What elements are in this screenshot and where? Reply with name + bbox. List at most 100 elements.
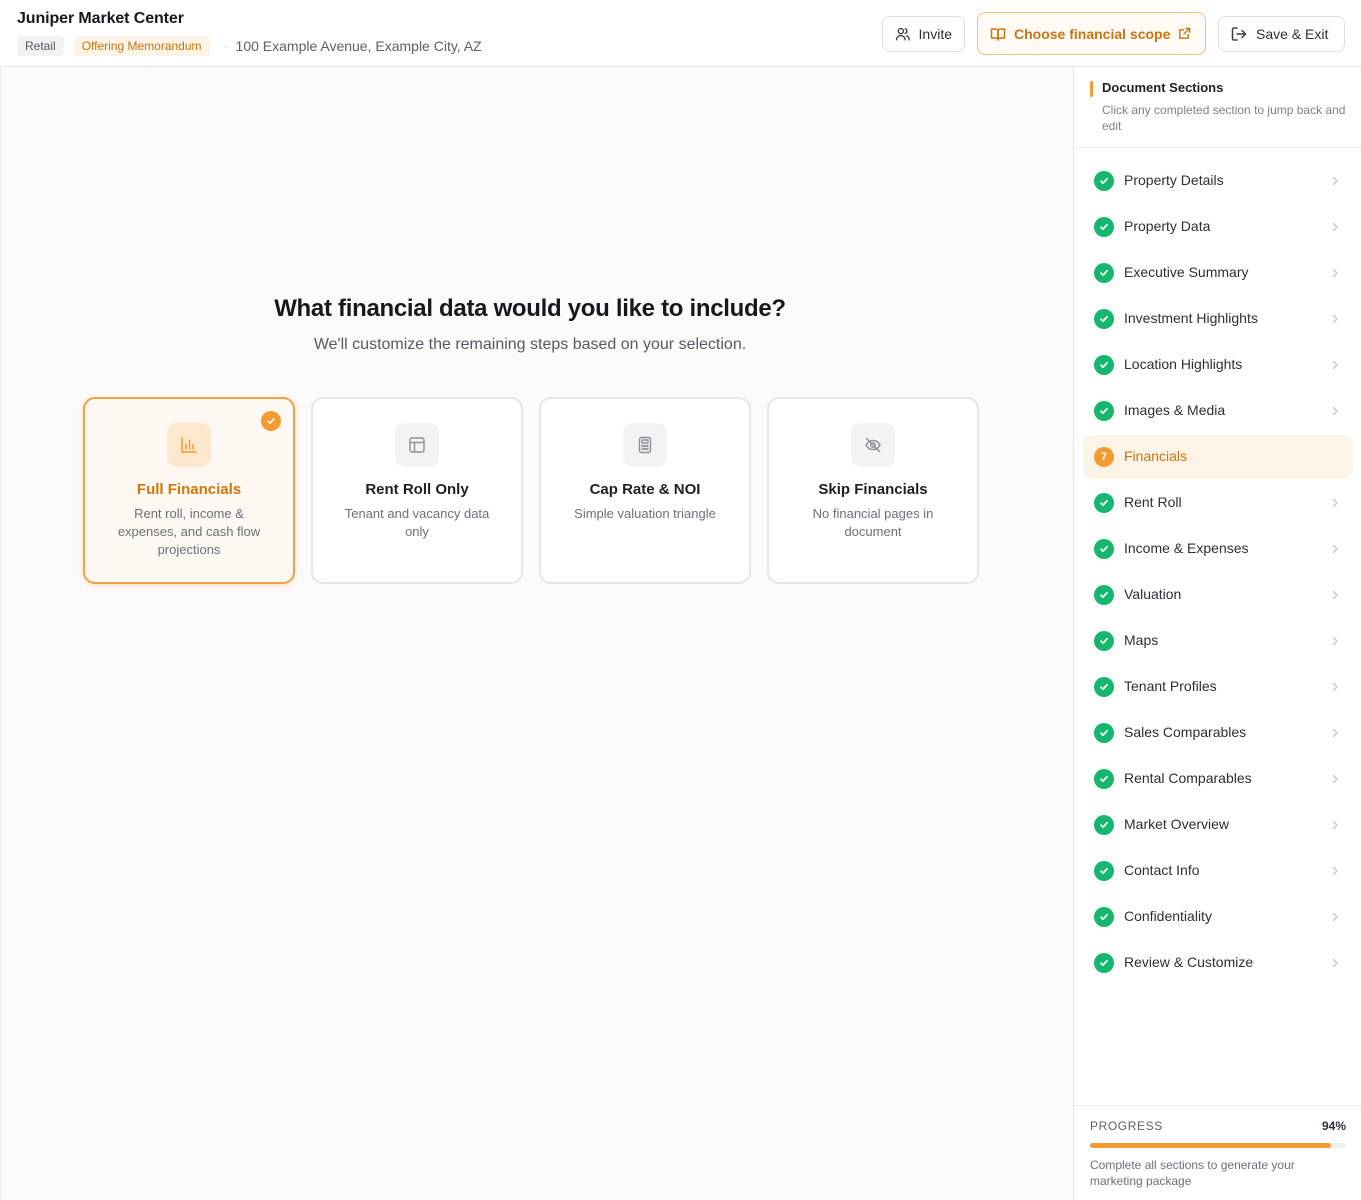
check-circle-icon [1094,631,1114,651]
chevron-right-icon [1331,910,1339,928]
progress-note: Complete all sections to generate your m… [1090,1158,1295,1188]
check-circle-icon [1094,263,1114,283]
sidebar-item-label: Executive Summary [1124,264,1249,280]
selected-check-icon [261,411,281,431]
sidebar-item-label: Sales Comparables [1124,724,1247,740]
sidebar-item-label: Income & Expenses [1124,540,1249,556]
check-circle-icon [1094,769,1114,789]
chevron-right-icon [1331,404,1339,422]
option-description: No financial pages in document [812,506,934,539]
option-description: Rent roll, income & expenses, and cash f… [117,506,261,557]
check-circle-icon [1094,539,1114,559]
sidebar-item-rent-roll[interactable]: Rent Roll [1083,481,1353,525]
book-open-icon [990,27,1006,41]
sidebar-item-market-overview[interactable]: Market Overview [1083,803,1353,847]
sidebar-item-images-and-media[interactable]: Images & Media [1083,389,1353,433]
sidebar-item-label: Financials [1124,448,1188,464]
option-description: Tenant and vacancy data only [344,506,490,539]
invite-label: Invite [918,26,952,42]
invite-button[interactable]: Invite [882,16,965,52]
sidebar-item-property-data[interactable]: Property Data [1083,205,1353,249]
sidebar-item-valuation[interactable]: Valuation [1083,573,1353,617]
check-circle-icon [1094,907,1114,927]
progress-label: PROGRESS [1090,1119,1163,1133]
option-rent-roll-only[interactable]: Rent Roll Only Tenant and vacancy data o… [311,397,523,584]
save-exit-label: Save & Exit [1256,26,1329,42]
option-title: Full Financials [136,481,242,498]
sidebar-item-executive-summary[interactable]: Executive Summary [1083,251,1353,295]
bar-chart-icon [167,423,211,467]
sidebar-item-label: Images & Media [1124,402,1226,418]
check-circle-icon [1094,171,1114,191]
sidebar-item-tenant-profiles[interactable]: Tenant Profiles [1083,665,1353,709]
sidebar-item-label: Rental Comparables [1124,770,1252,786]
choose-financial-scope-button[interactable]: Choose financial scope [977,12,1206,55]
sidebar-item-label: Investment Highlights [1124,310,1258,326]
table-icon [395,423,439,467]
progress-bar [1090,1143,1346,1148]
sidebar-item-label: Maps [1124,632,1159,648]
property-address: 100 Example Avenue, Example City, AZ [235,38,482,54]
check-circle-icon [1094,585,1114,605]
chevron-right-icon [1331,312,1339,330]
sidebar-item-contact-info[interactable]: Contact Info [1083,849,1353,893]
sidebar-item-income-and-expenses[interactable]: Income & Expenses [1083,527,1353,571]
meta-separator: · [223,39,228,53]
sidebar-item-label: Valuation [1124,586,1182,602]
chevron-right-icon [1331,680,1339,698]
chevron-right-icon [1331,174,1339,192]
users-icon [895,27,910,41]
option-skip-financials[interactable]: Skip Financials No financial pages in do… [767,397,979,584]
save-exit-button[interactable]: Save & Exit [1218,16,1345,52]
check-circle-icon [1094,217,1114,237]
chevron-right-icon [1331,266,1339,284]
option-title: Rent Roll Only [365,481,469,498]
option-title: Skip Financials [818,481,928,498]
sidebar-item-financials[interactable]: 7 Financials [1083,435,1353,479]
option-full-financials[interactable]: Full Financials Rent roll, income & expe… [83,397,295,584]
sidebar-item-investment-highlights[interactable]: Investment Highlights [1083,297,1353,341]
sidebar-item-location-highlights[interactable]: Location Highlights [1083,343,1353,387]
progress-footer: PROGRESS 94% Complete all sections to ge… [1074,1105,1361,1200]
top-header: Juniper Market Center Retail Offering Me… [0,0,1361,67]
progress-bar-fill [1090,1143,1331,1148]
option-title: Cap Rate & NOI [589,481,701,498]
scope-label: Choose financial scope [1014,25,1171,42]
calculator-icon [623,423,667,467]
sidebar-item-confidentiality[interactable]: Confidentiality [1083,895,1353,939]
sidebar-item-review-and-customize[interactable]: Review & Customize [1083,941,1353,985]
chevron-right-icon [1331,542,1339,560]
financial-scope-question: What financial data would you like to in… [274,295,786,322]
chevron-right-icon [1331,496,1339,514]
chevron-right-icon [1331,956,1339,974]
property-type-tag: Retail [17,36,64,56]
chevron-right-icon [1331,220,1339,238]
check-circle-icon [1094,677,1114,697]
sidebar-item-label: Rent Roll [1124,494,1182,510]
page-title: Juniper Market Center [17,10,184,27]
check-circle-icon [1094,723,1114,743]
eye-off-icon [851,423,895,467]
sidebar-item-label: Property Details [1124,172,1224,188]
option-cap-rate-noi[interactable]: Cap Rate & NOI Simple valuation triangle [539,397,751,584]
sidebar-header: Document Sections Click any completed se… [1074,67,1361,148]
sidebar-accent-bar [1090,81,1093,97]
chevron-right-icon [1331,772,1339,790]
sidebar-item-sales-comparables[interactable]: Sales Comparables [1083,711,1353,755]
sidebar-item-label: Contact Info [1124,862,1200,878]
check-circle-icon [1094,401,1114,421]
chevron-right-icon [1331,818,1339,836]
sidebar-item-maps[interactable]: Maps [1083,619,1353,663]
check-circle-icon [1094,355,1114,375]
sidebar-item-rental-comparables[interactable]: Rental Comparables [1083,757,1353,801]
sidebar-subtitle: Click any completed section to jump back… [1102,103,1346,133]
document-sections-sidebar: Document Sections Click any completed se… [1073,67,1361,1200]
external-link-icon [1179,27,1191,39]
sidebar-title: Document Sections [1102,80,1224,95]
sidebar-item-property-details[interactable]: Property Details [1083,159,1353,203]
log-out-icon [1231,27,1247,41]
sidebar-item-label: Property Data [1124,218,1211,234]
chevron-right-icon [1331,634,1339,652]
sidebar-item-label: Review & Customize [1124,954,1254,970]
sidebar-item-label: Location Highlights [1124,356,1243,372]
